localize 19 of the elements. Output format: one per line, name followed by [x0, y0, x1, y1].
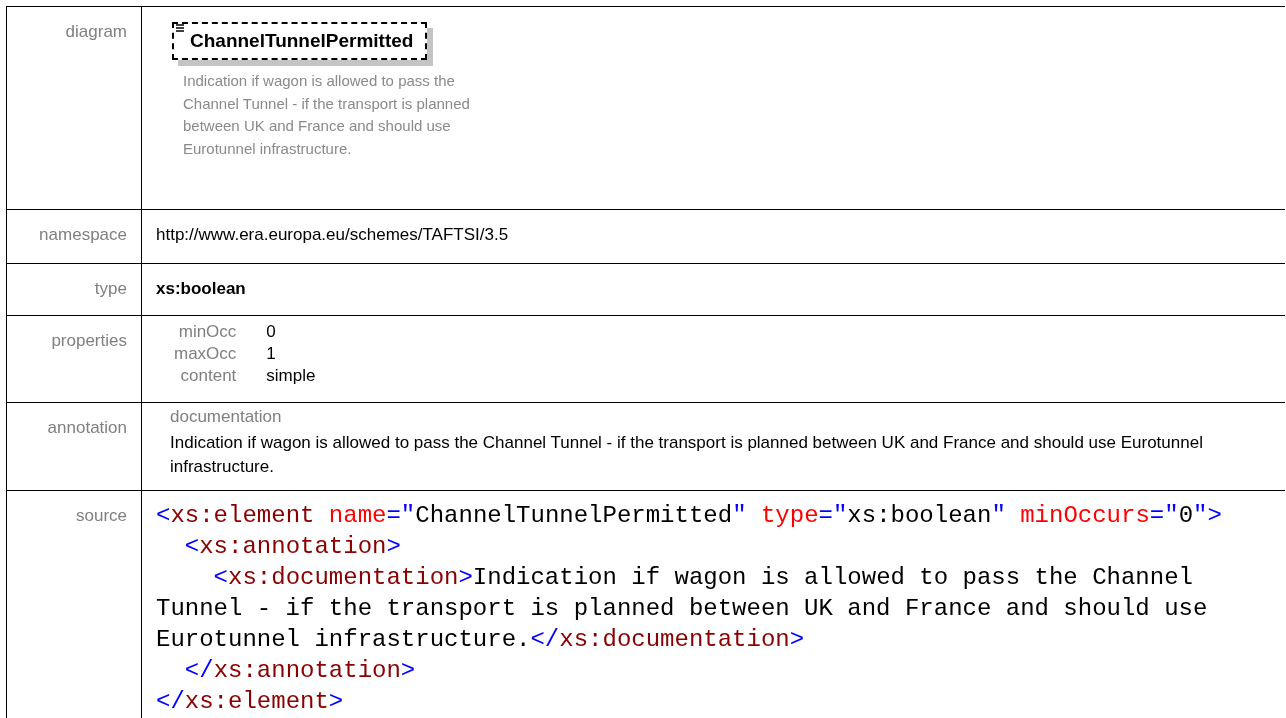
row-label: properties [51, 331, 127, 351]
property-name: content [179, 366, 237, 386]
row-label: annotation [47, 418, 127, 438]
row-label: namespace [39, 225, 127, 245]
source-code: <xs:element name="ChannelTunnelPermitted" type="xs:boolean" minOccurs="0"> <xs:annotation> <xs:documentation>Indication if wagon is allowed to pass the Channel Tunnel - if the transport is planned between UK and France and should use Eurotunnel infrastructure.</xs:documentation> </xs:annotation> </xs:element> [156, 501, 1223, 717]
property-value: simple [266, 366, 316, 386]
row-label: type [94, 279, 127, 299]
annotation-heading: documentation [170, 407, 283, 427]
property-value: 0 [266, 322, 277, 342]
annotation-text: Indication if wagon is allowed to pass the Channel Tunnel - if the transport is planned between UK and France and should use Eurotunnel infrastructure. [170, 432, 1204, 478]
property-value: 1 [266, 344, 277, 364]
row-label: diagram [65, 22, 127, 42]
row-label: source [75, 506, 127, 526]
field-value: http://www.era.europa.eu/schemes/TAFTSI/3.5 [156, 225, 509, 245]
element-description: Indication if wagon is allowed to pass the Channel Tunnel - if the transport is planned between UK and France and should use Eurotunnel infrastructure. [183, 71, 471, 159]
field-value: xs:boolean [156, 279, 246, 299]
property-name: minOcc [177, 322, 237, 342]
list-icon [176, 24, 185, 33]
property-name: maxOcc [174, 344, 237, 364]
